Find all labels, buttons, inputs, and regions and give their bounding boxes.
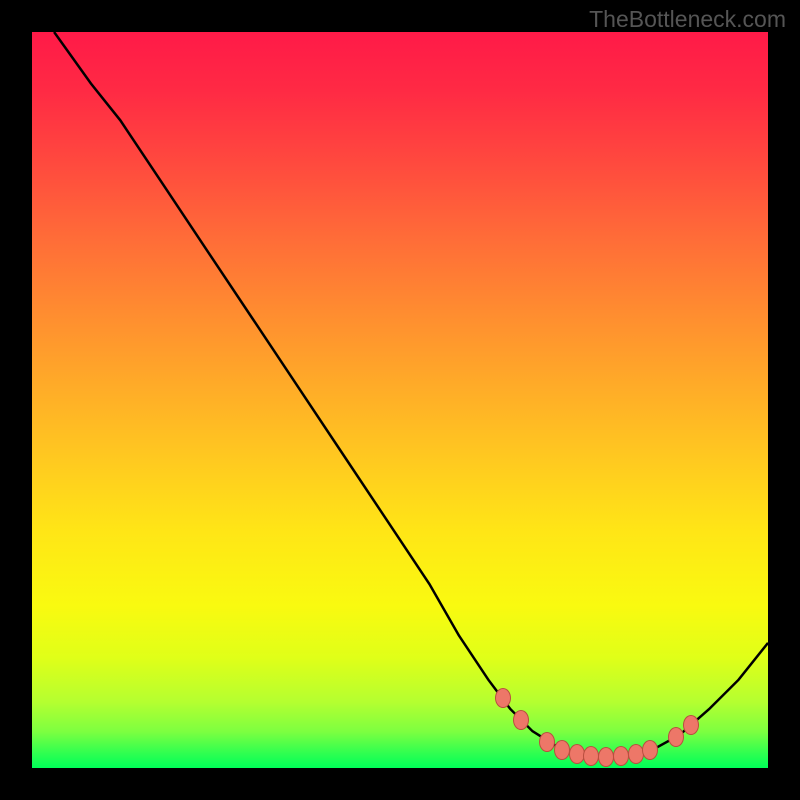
data-marker xyxy=(668,727,684,747)
data-marker xyxy=(683,715,699,735)
bottleneck-curve-line xyxy=(32,32,768,768)
data-marker xyxy=(583,746,599,766)
data-marker xyxy=(642,740,658,760)
data-marker xyxy=(598,747,614,767)
data-marker xyxy=(628,744,644,764)
marker-container xyxy=(32,32,768,768)
data-marker xyxy=(613,746,629,766)
data-marker xyxy=(569,744,585,764)
watermark-text: TheBottleneck.com xyxy=(589,6,786,33)
data-marker xyxy=(513,710,529,730)
data-marker xyxy=(495,688,511,708)
chart-gradient-background xyxy=(32,32,768,768)
data-marker xyxy=(539,732,555,752)
data-marker xyxy=(554,740,570,760)
